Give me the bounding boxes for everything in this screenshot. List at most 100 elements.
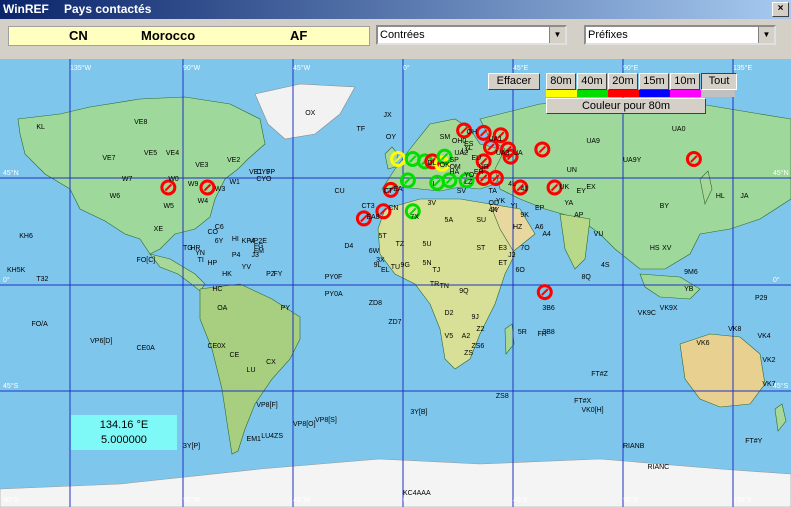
prefix-label: VK9C xyxy=(637,309,656,317)
regions-select[interactable]: Contrées ▼ xyxy=(376,25,567,45)
prefix-label: W9 xyxy=(187,181,199,189)
prefix-label: YK xyxy=(495,197,506,205)
chevron-down-icon[interactable]: ▼ xyxy=(758,27,774,43)
prefix-label: VE7 xyxy=(102,154,116,162)
lon-label-bottom: 45°E xyxy=(513,497,529,504)
band-button-all[interactable]: Tout xyxy=(701,73,737,90)
prefix-label: VK2 xyxy=(762,357,776,365)
prefix-label: Z2 xyxy=(476,326,485,334)
prefix-label: UN xyxy=(566,166,577,174)
prefix-label: JX xyxy=(383,112,392,120)
prefix-label: TI xyxy=(197,257,204,265)
lon-label-top: 90°E xyxy=(623,65,639,72)
prefix-label: TF xyxy=(356,126,366,134)
prefix-label: TU xyxy=(390,264,401,272)
prefix-label: SM xyxy=(439,133,451,141)
prefix-label: CE0X xyxy=(207,342,226,350)
prefix-label: LZ xyxy=(464,178,473,186)
prefix-label: YV xyxy=(241,264,251,272)
prefix-label: 4L xyxy=(508,181,516,189)
prefix-label: EP xyxy=(535,204,545,212)
prefixes-select[interactable]: Préfixes ▼ xyxy=(584,25,776,45)
lon-label-bottom: 45°W xyxy=(293,497,311,504)
prefix-label: W4 xyxy=(197,197,209,205)
coordinate-latitude: 5.000000 xyxy=(101,434,147,446)
band-button-20m[interactable]: 20m xyxy=(608,73,638,90)
prefix-label: RIANB xyxy=(623,442,645,450)
prefix-label: J2 xyxy=(508,252,516,260)
regions-select-value: Contrées xyxy=(380,29,425,41)
prefix-label: 5N xyxy=(422,259,432,267)
prefix-label: ET xyxy=(498,259,508,267)
prefix-label: ZS8 xyxy=(495,392,509,400)
prefix-label: 3Y[B] xyxy=(410,409,428,417)
band-color-40m xyxy=(577,90,608,97)
prefix-label: CE xyxy=(229,352,240,360)
prefix-label: OK xyxy=(439,162,450,170)
prefix-label: VK8 xyxy=(728,326,742,334)
prefix-label: LU xyxy=(246,366,256,374)
prefix-label: VE5 xyxy=(143,150,158,158)
prefix-label: KH5K xyxy=(7,266,26,274)
coordinate-longitude: 134.16 °E xyxy=(99,419,149,431)
chevron-down-icon[interactable]: ▼ xyxy=(549,27,565,43)
prefixes-select-value: Préfixes xyxy=(588,29,628,41)
prefix-label: VK9X xyxy=(659,304,678,312)
band-color-20m xyxy=(608,90,639,97)
prefix-label: 3B6 xyxy=(542,304,555,312)
prefix-label: ZS xyxy=(464,349,474,357)
band-button-10m[interactable]: 10m xyxy=(670,73,700,90)
prefix-label: FT#X xyxy=(574,397,592,405)
prefix-label: 8Q xyxy=(581,273,591,281)
band-color-15m xyxy=(639,90,670,97)
close-button[interactable]: × xyxy=(772,2,789,17)
lon-label-bottom: 90°W xyxy=(183,497,201,504)
prefix-label: HK xyxy=(222,271,232,279)
prefix-label: 9J xyxy=(471,314,479,322)
world-map[interactable]: 135°W 90°W 45°W 0° 45°E 90°E 135°E 45°N … xyxy=(0,59,791,507)
band-button-15m[interactable]: 15m xyxy=(639,73,669,90)
title-bar: WinREF Pays contactés × xyxy=(0,0,791,19)
clear-button[interactable]: Effacer xyxy=(488,73,540,90)
prefix-label: 7O xyxy=(520,245,530,253)
prefix-label: VP8[F] xyxy=(256,402,278,410)
prefix-label: CE0A xyxy=(136,345,155,353)
prefix-label: KL xyxy=(36,124,45,132)
band-color-80m xyxy=(546,90,577,97)
prefix-label: VK0[H] xyxy=(581,407,604,415)
lon-label-top: 45°E xyxy=(513,65,529,72)
prefix-label: VE4 xyxy=(165,150,180,158)
prefix-label: OX xyxy=(305,109,316,117)
lat-label-left: 0° xyxy=(3,277,10,284)
prefix-label: VK4 xyxy=(757,333,771,341)
band-button-80m[interactable]: 80m xyxy=(546,73,576,90)
lon-label-top: 135°W xyxy=(70,65,92,72)
country-name: Morocco xyxy=(141,28,196,43)
prefix-label: W7 xyxy=(121,176,133,184)
prefix-label: SV xyxy=(456,188,467,196)
band-button-40m[interactable]: 40m xyxy=(577,73,607,90)
prefix-label: TG xyxy=(183,245,193,253)
prefix-label: PY0A xyxy=(324,290,343,298)
prefix-label: JY xyxy=(491,207,500,215)
prefix-label: 5A xyxy=(444,216,454,224)
prefix-label: CU xyxy=(334,188,345,196)
lat-label-right: 45°N xyxy=(773,170,789,177)
prefix-label: RIANC xyxy=(647,464,670,472)
prefix-label: CT3 xyxy=(361,202,375,210)
prefix-label: W1 xyxy=(229,178,240,186)
prefix-label: HZ xyxy=(513,223,523,231)
prefix-label: PY xyxy=(280,304,291,312)
lon-label-top: 45°W xyxy=(293,65,311,72)
prefix-label: W3 xyxy=(214,185,226,193)
prefix-label: EX xyxy=(586,183,596,191)
prefix-label: 3V xyxy=(427,200,436,208)
prefix-label: EY xyxy=(576,188,586,196)
prefix-label: YI xyxy=(510,202,518,210)
lat-label-left: 45°S xyxy=(3,383,19,390)
prefix-label: HC xyxy=(212,285,223,293)
prefix-label: CO xyxy=(207,228,218,236)
prefix-label: ZS6 xyxy=(471,342,485,350)
lon-label-top: 135°E xyxy=(733,65,753,72)
prefix-label: YB xyxy=(684,285,694,293)
